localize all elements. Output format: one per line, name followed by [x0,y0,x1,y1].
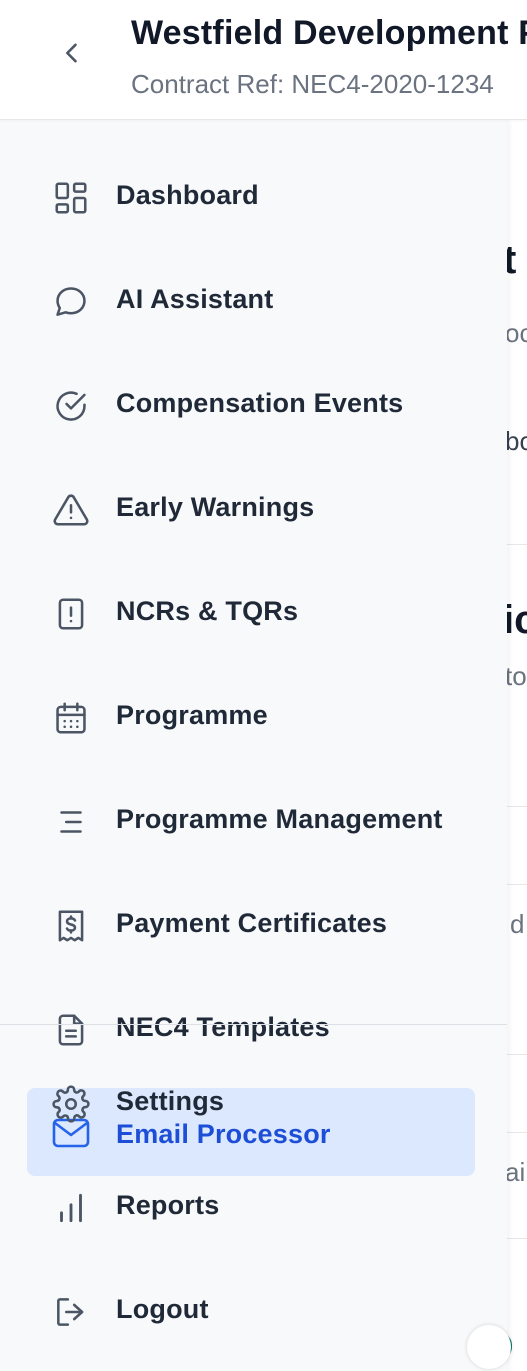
main-divider [505,1238,527,1239]
sidebar-item-compensation-events[interactable]: Compensation Events [0,374,507,434]
warning-triangle-icon [51,490,91,530]
sidebar-divider [0,1024,507,1025]
check-circle-icon [51,386,91,426]
sidebar-item-settings[interactable]: Settings [0,1072,507,1132]
sidebar-item-programme-management[interactable]: Programme Management [0,790,507,850]
dashboard-grid-icon [51,178,91,218]
sidebar-item-dashboard[interactable]: Dashboard [0,166,507,226]
main-text-fragment: oc [505,318,527,348]
page: t oc bo ic to d ail Westfield Developmen… [0,0,527,1371]
sidebar-item-reports[interactable]: Reports [0,1176,507,1236]
sidebar-item-label: Early Warnings [116,492,315,522]
sidebar-item-ncrs-tqrs[interactable]: NCRs & TQRs [0,582,507,642]
main-text-fragment: to [505,661,527,691]
logout-icon [51,1292,91,1332]
bar-chart-icon [51,1188,91,1228]
main-divider [505,806,527,807]
chevron-left-icon [58,39,86,72]
chat-bubble-icon [51,282,91,322]
sidebar-item-label: NCRs & TQRs [116,596,299,626]
main-divider [505,1132,527,1133]
sidebar-item-label: Compensation Events [116,388,404,418]
sidebar-item-programme[interactable]: Programme [0,686,507,746]
sidebar-item-early-warnings[interactable]: Early Warnings [0,478,507,538]
main-text-fragment: ail [505,1157,527,1187]
main-divider [505,544,527,545]
receipt-dollar-icon [51,906,91,946]
sidebar-item-label: Reports [116,1190,220,1220]
gear-icon [51,1084,91,1124]
sidebar-item-label: Programme [116,700,268,730]
sidebar-item-label: Logout [116,1294,209,1324]
list-lines-icon [51,802,91,842]
project-title: Westfield Development P [131,14,527,52]
contract-reference: Contract Ref: NEC4-2020-1234 [131,69,494,99]
sidebar-item-nec4-templates[interactable]: NEC4 Templates [0,998,507,1058]
main-divider [505,884,527,885]
main-text-fragment: d [510,909,525,939]
back-button[interactable] [47,30,97,80]
document-icon [51,1010,91,1050]
sidebar-item-label: Dashboard [116,180,259,210]
sidebar-drawer: Dashboard AI Assistant Compensation Even… [0,120,507,1371]
floating-action-button[interactable] [467,1325,511,1369]
sidebar-item-label: Programme Management [116,804,443,834]
alert-document-icon [51,594,91,634]
main-text-fragment: bo [505,426,527,456]
sidebar-item-label: NEC4 Templates [116,1012,330,1042]
main-divider [505,1054,527,1055]
app-header: Westfield Development P Contract Ref: NE… [0,0,527,120]
sidebar-item-label: AI Assistant [116,284,274,314]
sidebar-item-logout[interactable]: Logout [0,1280,507,1340]
sidebar-item-label: Settings [116,1086,225,1116]
sidebar-item-ai-assistant[interactable]: AI Assistant [0,270,507,330]
sidebar-item-label: Payment Certificates [116,908,388,938]
sidebar-item-payment-certificates[interactable]: Payment Certificates [0,894,507,954]
calendar-icon [51,698,91,738]
